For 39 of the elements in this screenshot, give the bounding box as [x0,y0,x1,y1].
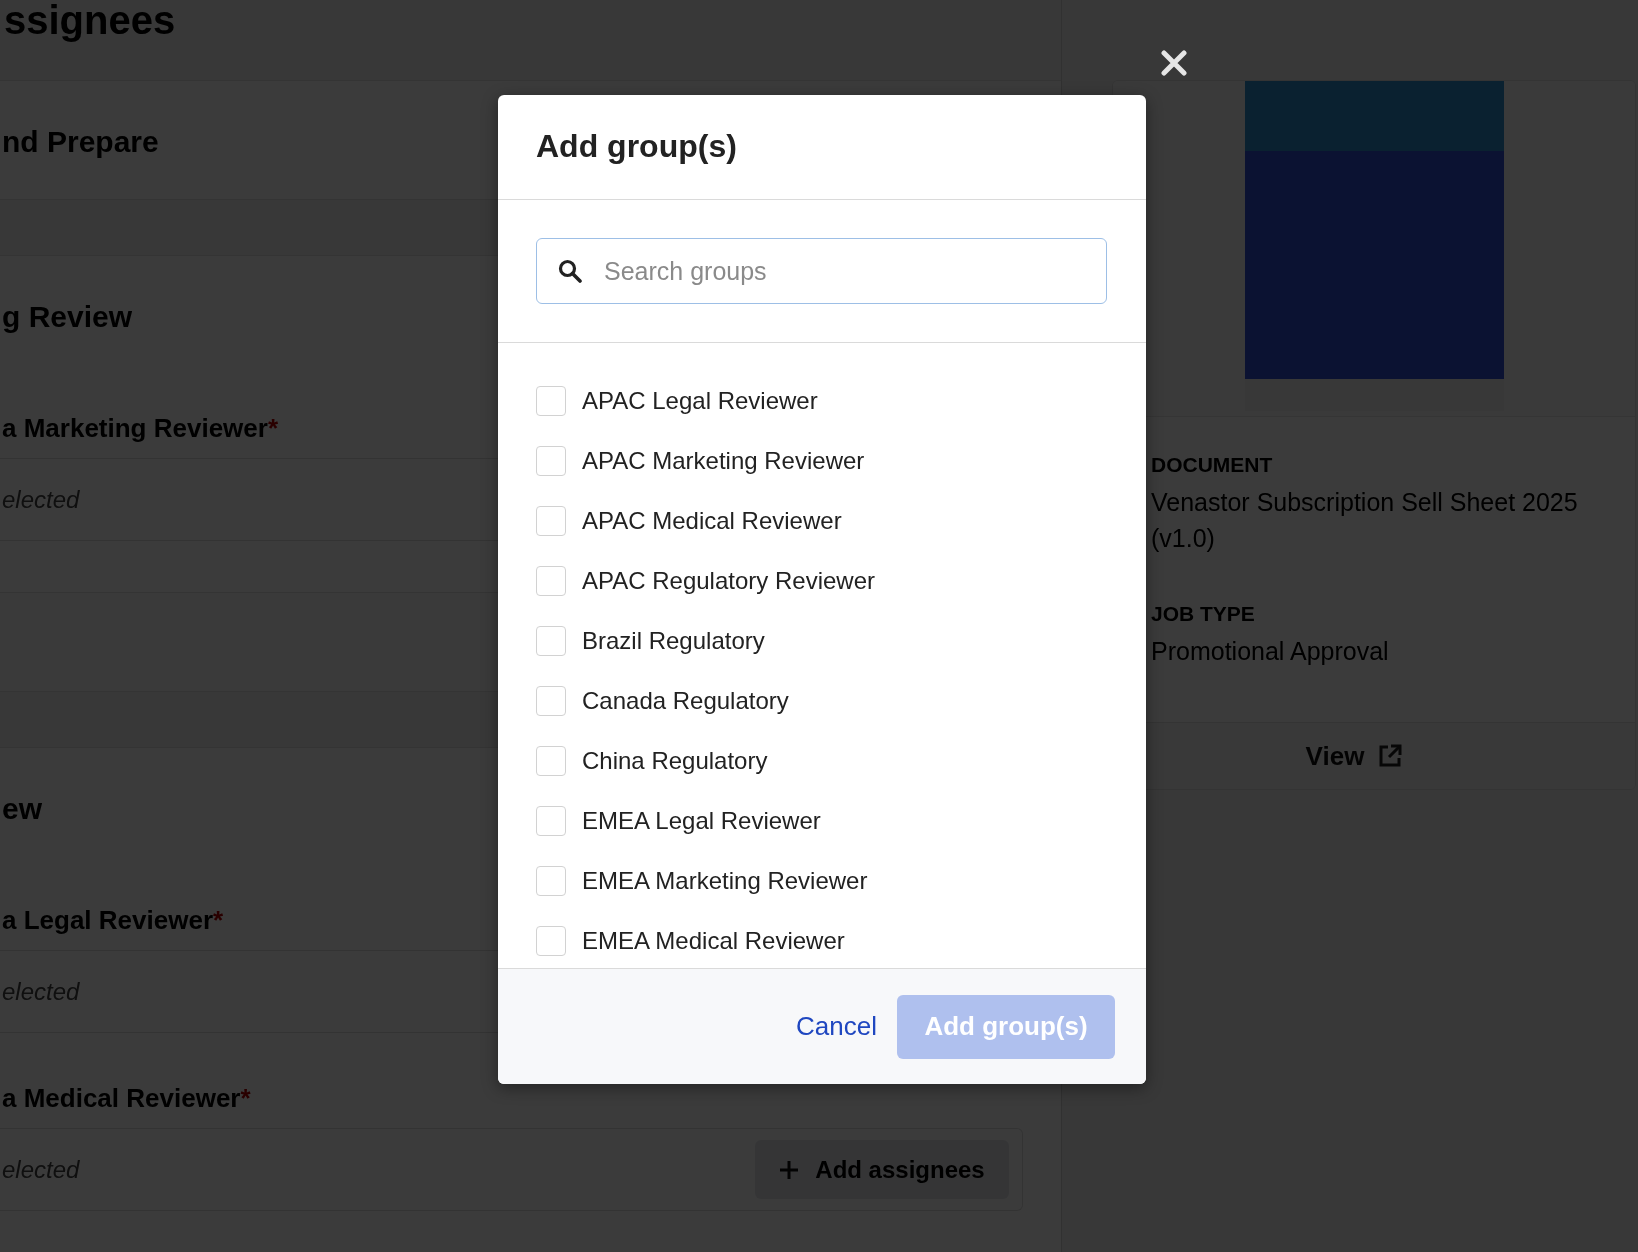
checkbox[interactable] [536,926,566,956]
group-label: APAC Marketing Reviewer [582,446,865,476]
checkbox[interactable] [536,806,566,836]
field-value: Venastor Subscription Sell Sheet 2025 (v1.0) [1151,487,1579,554]
field-label: JOB TYPE [1151,602,1255,626]
checkbox[interactable] [536,566,566,596]
field-label: DOCUMENT [1151,453,1273,477]
group-label: EMEA Legal Reviewer [582,806,821,836]
checkbox[interactable] [536,506,566,536]
field-value: Promotional Approval [1151,636,1390,667]
section-title: nd Prepare [1,124,159,160]
search-field[interactable]: Search groups [536,238,1107,304]
required-mark: * [267,413,279,443]
required-mark: * [240,1083,252,1113]
cancel-button[interactable]: Cancel [796,1011,877,1042]
section-title: g Review [1,299,133,335]
search-icon [558,259,582,283]
close-icon[interactable] [1161,50,1187,76]
section-title: ew [1,791,43,827]
checkbox[interactable] [536,866,566,896]
role-label: a Marketing Reviewer [1,413,268,443]
group-label: Brazil Regulatory [582,626,765,656]
group-label: APAC Legal Reviewer [582,386,818,416]
checkbox[interactable] [536,686,566,716]
role-label: a Legal Reviewer [1,905,213,935]
checkbox[interactable] [536,746,566,776]
checkbox[interactable] [536,386,566,416]
checkbox[interactable] [536,446,566,476]
group-label: EMEA Medical Reviewer [582,926,845,956]
group-label: Canada Regulatory [582,686,789,716]
dialog-title: Add group(s) [536,127,737,166]
page-heading: ssignees [3,0,176,40]
group-label: China Regulatory [582,746,768,776]
group-label: APAC Medical Reviewer [582,506,842,536]
group-label: EMEA Marketing Reviewer [582,866,868,896]
checkbox[interactable] [536,626,566,656]
role-label: a Medical Reviewer [1,1083,241,1113]
required-mark: * [213,905,225,935]
group-label: APAC Regulatory Reviewer [582,566,875,596]
